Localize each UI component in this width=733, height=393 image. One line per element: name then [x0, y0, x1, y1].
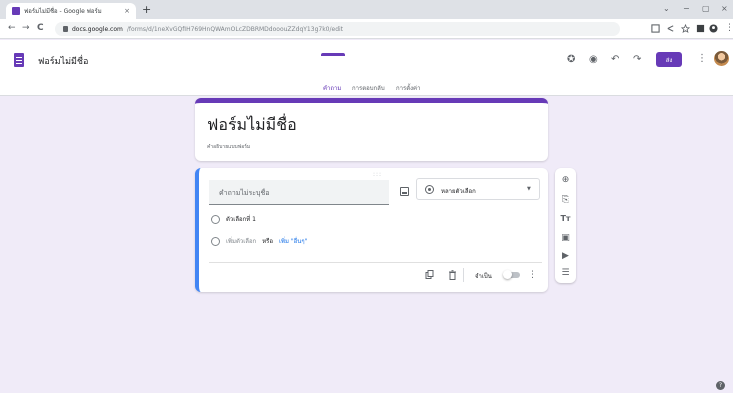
undo-icon[interactable]: ↶ — [611, 54, 619, 66]
add-image-icon[interactable] — [400, 187, 409, 196]
radio-empty-icon — [211, 214, 220, 224]
browser-tab[interactable]: ฟอร์มไม่มีชื่อ - Google ฟอร์ม × — [6, 3, 136, 19]
or-text: หรือ — [262, 238, 273, 245]
add-title-icon[interactable]: Tт — [555, 214, 576, 224]
url-host: docs.google.com — [72, 25, 123, 33]
form-title-card[interactable]: ฟอร์มไม่มีชื่อ คำอธิบายแบบฟอร์ม — [195, 98, 548, 161]
question-type-label: หลายตัวเลือก — [441, 188, 476, 195]
eye-icon[interactable]: ◉ — [589, 54, 598, 66]
radio-button-icon — [425, 185, 434, 194]
forms-header: ฟอร์มไม่มีชื่อ ✪ ◉ ↶ ↷ ส่ง ⋮ คำถาม การตอ… — [0, 40, 733, 96]
url-path: /forms/d/1neXvGQfIH769HnQWAmOLcZDBRMDdoo… — [126, 25, 344, 33]
delete-icon[interactable] — [448, 270, 457, 280]
question-footer-divider — [209, 262, 542, 263]
close-tab-icon[interactable]: × — [124, 7, 130, 15]
translate-icon[interactable] — [651, 24, 660, 33]
help-icon[interactable]: ? — [716, 381, 725, 390]
question-type-select[interactable]: หลายตัวเลือก ▼ — [416, 178, 540, 200]
required-label: จำเป็น — [475, 273, 492, 280]
drag-handle-icon[interactable]: ::: — [373, 171, 382, 178]
import-questions-icon[interactable]: ⎘ — [555, 195, 576, 205]
add-section-icon[interactable]: ☰ — [555, 268, 576, 278]
add-video-icon[interactable]: ▶ — [555, 251, 576, 261]
duplicate-icon[interactable] — [425, 270, 434, 280]
question-more-icon[interactable]: ⋮ — [528, 270, 537, 280]
new-tab-button[interactable]: + — [142, 3, 151, 16]
forms-logo-icon[interactable] — [14, 53, 24, 67]
tab-search-chevron-icon[interactable]: ⌄ — [663, 4, 670, 13]
forms-favicon-icon — [12, 7, 20, 15]
avatar[interactable] — [714, 51, 729, 66]
side-toolbar: ⊕ ⎘ Tт ▣ ▶ ☰ — [555, 168, 576, 283]
more-vert-icon[interactable]: ⋮ — [697, 53, 707, 64]
required-toggle[interactable] — [503, 270, 520, 279]
redo-icon[interactable]: ↷ — [633, 54, 641, 66]
tab-questions[interactable]: คำถาม — [323, 83, 341, 93]
add-option-row: เพิ่มตัวเลือก หรือ เพิ่ม "อื่นๆ" — [211, 236, 307, 246]
add-image-icon[interactable]: ▣ — [555, 233, 576, 243]
option-1-input[interactable]: ตัวเลือกที่ 1 — [226, 214, 256, 224]
bookmark-star-icon[interactable] — [681, 24, 690, 33]
browser-tab-title: ฟอร์มไม่มีชื่อ - Google ฟอร์ม — [24, 8, 102, 15]
doc-title[interactable]: ฟอร์มไม่มีชื่อ — [38, 54, 88, 68]
footer-separator — [463, 268, 464, 282]
active-tab-indicator — [321, 53, 345, 56]
question-title-input[interactable]: คำถามไม่ระบุชื่อ — [209, 180, 389, 205]
add-other-link[interactable]: เพิ่ม "อื่นๆ" — [279, 236, 307, 246]
radio-empty-icon — [211, 236, 220, 246]
browser-tab-bar: ฟอร์มไม่มีชื่อ - Google ฟอร์ม × + ⌄ − ▢ … — [0, 0, 733, 19]
form-title[interactable]: ฟอร์มไม่มีชื่อ — [207, 113, 297, 138]
add-question-icon[interactable]: ⊕ — [555, 175, 576, 185]
form-description[interactable]: คำอธิบายแบบฟอร์ม — [207, 143, 250, 151]
minimize-button[interactable]: − — [683, 4, 690, 13]
send-button[interactable]: ส่ง — [656, 52, 682, 67]
browser-menu-icon[interactable]: ⋮ — [725, 23, 733, 34]
forward-button[interactable]: → — [22, 23, 30, 34]
option-row: ตัวเลือกที่ 1 — [211, 214, 256, 224]
question-card[interactable]: ::: คำถามไม่ระบุชื่อ หลายตัวเลือก ▼ ตัวเ… — [195, 168, 548, 292]
back-button[interactable]: ← — [8, 23, 16, 34]
dropdown-caret-icon: ▼ — [527, 186, 531, 192]
side-panel-icon[interactable] — [696, 24, 705, 33]
share-icon[interactable] — [666, 24, 675, 33]
close-window-button[interactable]: × — [721, 4, 728, 13]
address-bar[interactable]: docs.google.com /forms/d/1neXvGQfIH769Hn… — [55, 22, 620, 36]
lock-icon[interactable] — [63, 26, 68, 32]
maximize-button[interactable]: ▢ — [702, 4, 710, 13]
tab-responses[interactable]: การตอบกลับ — [352, 83, 385, 93]
palette-icon[interactable]: ✪ — [567, 54, 575, 66]
profile-icon[interactable] — [709, 24, 718, 33]
form-tabs: คำถาม การตอบกลับ การตั้งค่า — [0, 80, 733, 96]
reload-button[interactable]: C — [37, 23, 44, 34]
add-option-link[interactable]: เพิ่มตัวเลือก — [226, 236, 256, 246]
tab-settings[interactable]: การตั้งค่า — [396, 83, 420, 93]
browser-toolbar: ← → C docs.google.com /forms/d/1neXvGQfI… — [0, 19, 733, 39]
